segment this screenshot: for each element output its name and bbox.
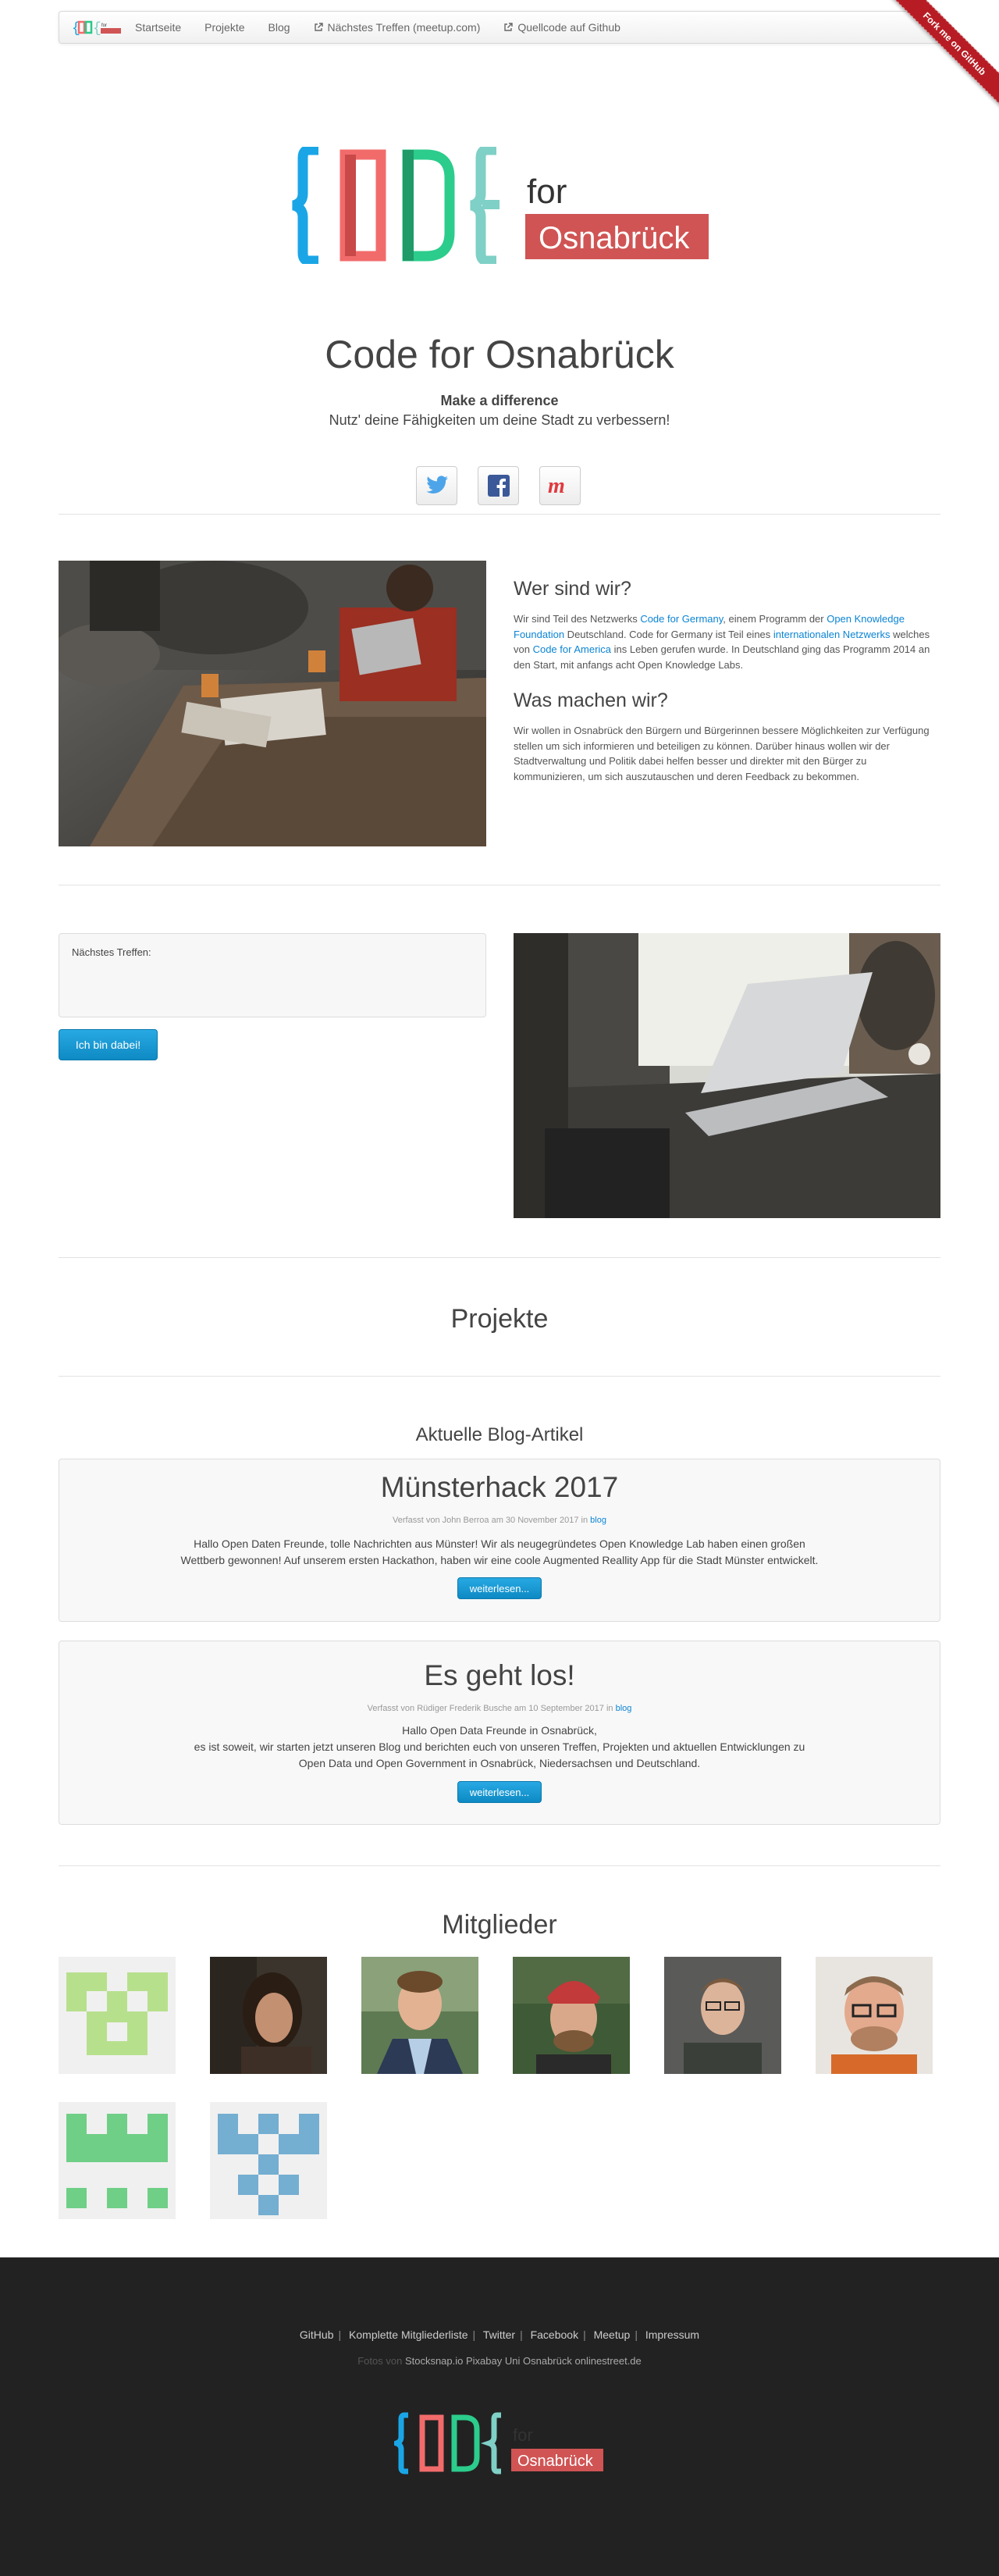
post-meta-text: Verfasst von John Berroa am 30 November … xyxy=(393,1516,591,1525)
post-excerpt: Hallo Open Daten Freunde, tolle Nachrich… xyxy=(180,1537,819,1566)
post-category-link[interactable]: blog xyxy=(616,1704,632,1713)
post-title[interactable]: Münsterhack 2017 xyxy=(59,1471,940,1504)
credit-uni[interactable]: Uni Osnabrück xyxy=(505,2355,572,2367)
who-text-1: Wir sind Teil des Netzwerks xyxy=(514,613,641,625)
team-photo xyxy=(59,561,486,846)
post-meta: Verfasst von Rüdiger Frederik Busche am … xyxy=(59,1704,940,1713)
blog-post: Es geht los! Verfasst von Rüdiger Freder… xyxy=(59,1641,940,1825)
member-avatar[interactable] xyxy=(361,1957,478,2074)
international-network-link[interactable]: internationalen Netzwerks xyxy=(773,629,891,640)
tagline: Make a difference xyxy=(440,393,559,408)
external-link-icon xyxy=(314,23,323,31)
svg-text:for: for xyxy=(101,23,107,28)
laptop-photo xyxy=(514,933,940,1218)
what-heading: Was machen wir? xyxy=(514,689,668,711)
footer-link-meetup[interactable]: Meetup xyxy=(594,2328,631,2341)
navbar: { { for Startseite Projekte Blog Nächste… xyxy=(59,11,940,44)
read-more-button[interactable]: weiterlesen... xyxy=(457,1781,542,1803)
page-title: Code for Osnabrück xyxy=(325,333,674,376)
svg-text:{: { xyxy=(93,21,101,36)
nav-github-label: Quellcode auf Github xyxy=(517,21,620,34)
svg-text:m: m xyxy=(548,476,565,496)
about-section: Wer sind wir? Wir sind Teil des Netzwerk… xyxy=(514,578,940,801)
hero-logo: for Osnabrück xyxy=(289,144,710,268)
footer-link-twitter[interactable]: Twitter xyxy=(483,2328,515,2341)
divider xyxy=(59,1376,940,1377)
nav-projekte[interactable]: Projekte xyxy=(193,11,256,44)
post-title[interactable]: Es geht los! xyxy=(59,1659,940,1692)
footer-link-facebook[interactable]: Facebook xyxy=(531,2328,578,2341)
logo-city-text: Osnabrück xyxy=(539,221,690,255)
attend-button[interactable]: Ich bin dabei! xyxy=(59,1029,158,1060)
blog-heading: Aktuelle Blog-Artikel xyxy=(415,1424,584,1445)
footer-link-github[interactable]: GitHub xyxy=(300,2328,334,2341)
post-meta-text: Verfasst von Rüdiger Frederik Busche am … xyxy=(367,1704,616,1713)
nav-brand-logo[interactable]: { { for xyxy=(59,11,123,44)
footer-links: GitHub | Komplette Mitgliederliste | Twitt… xyxy=(299,2328,700,2341)
credit-stocksnap[interactable]: Stocksnap.io xyxy=(405,2355,463,2367)
code-for-america-link[interactable]: Code for America xyxy=(533,643,611,655)
meetup-button[interactable]: m xyxy=(539,466,581,505)
code-for-germany-link[interactable]: Code for Germany xyxy=(640,613,723,625)
member-avatar[interactable] xyxy=(664,1957,781,2074)
post-excerpt: Hallo Open Data Freunde in Osnabrück, es … xyxy=(180,1723,819,1772)
divider xyxy=(59,514,940,515)
twitter-button[interactable] xyxy=(416,466,457,505)
projects-heading: Projekte xyxy=(450,1304,549,1334)
member-avatar[interactable] xyxy=(59,1957,176,2074)
post-meta: Verfasst von John Berroa am 30 November … xyxy=(59,1516,940,1525)
social-buttons: m xyxy=(416,466,581,505)
nav-startseite[interactable]: Startseite xyxy=(123,11,193,44)
post-category-link[interactable]: blog xyxy=(590,1516,606,1525)
fork-me-ribbon[interactable]: Fork me on GitHub xyxy=(888,0,999,110)
twitter-icon xyxy=(425,476,448,493)
member-avatar[interactable] xyxy=(513,1957,630,2074)
member-avatar[interactable] xyxy=(210,1957,327,2074)
meetup-icon: m xyxy=(548,476,565,496)
nav-blog[interactable]: Blog xyxy=(257,11,302,44)
next-meetup-box: Nächstes Treffen: xyxy=(59,933,486,1017)
logo-for-text: for xyxy=(527,173,567,211)
footer-logo-city: Osnabrück xyxy=(517,2453,594,2470)
members-heading: Mitglieder xyxy=(442,1910,557,1940)
member-avatar[interactable] xyxy=(59,2102,176,2219)
who-paragraph: Wir sind Teil des Netzwerks Code for Ger… xyxy=(514,611,940,672)
divider xyxy=(59,1865,940,1866)
facebook-button[interactable] xyxy=(478,466,519,505)
external-link-icon xyxy=(504,23,514,31)
next-meetup-label: Nächstes Treffen: xyxy=(72,946,151,958)
footer-logo: for Osnabrück xyxy=(387,2412,605,2478)
photo-credits: Fotos von Stocksnap.io Pixabay Uni Osnab… xyxy=(0,2355,999,2367)
read-more-button[interactable]: weiterlesen... xyxy=(457,1577,542,1599)
blog-post: Münsterhack 2017 Verfasst von John Berro… xyxy=(59,1459,940,1622)
credit-onlinestreet[interactable]: onlinestreet.de xyxy=(574,2355,641,2367)
post-excerpt-text: es ist soweit, wir starten jetzt unseren… xyxy=(194,1740,805,1769)
nav-meetup-link[interactable]: Nächstes Treffen (meetup.com) xyxy=(302,11,492,44)
footer-link-members[interactable]: Komplette Mitgliederliste xyxy=(349,2328,468,2341)
facebook-icon xyxy=(487,475,510,497)
member-avatar[interactable] xyxy=(210,2102,327,2219)
who-heading: Wer sind wir? xyxy=(514,578,631,600)
nav-github-link[interactable]: Quellcode auf Github xyxy=(492,11,632,44)
subline: Nutz' deine Fähigkeiten um deine Stadt z… xyxy=(329,412,670,428)
footer-link-impressum[interactable]: Impressum xyxy=(645,2328,699,2341)
nav-meetup-label: Nächstes Treffen (meetup.com) xyxy=(327,21,481,34)
github-ribbon-wrap: Fork me on GitHub xyxy=(882,0,999,117)
what-paragraph: Wir wollen in Osnabrück den Bürgern und … xyxy=(514,725,930,782)
who-text-3: Deutschland. Code for Germany ist Teil e… xyxy=(564,628,773,640)
divider xyxy=(59,1257,940,1258)
member-avatar[interactable] xyxy=(816,1957,933,2074)
footer-logo-for: for xyxy=(513,2425,533,2445)
post-excerpt-line: Hallo Open Data Freunde in Osnabrück, xyxy=(402,1724,597,1737)
credits-prefix: Fotos von xyxy=(357,2355,403,2367)
who-text-2: , einem Programm der xyxy=(723,613,827,625)
credit-pixabay[interactable]: Pixabay xyxy=(466,2355,502,2367)
